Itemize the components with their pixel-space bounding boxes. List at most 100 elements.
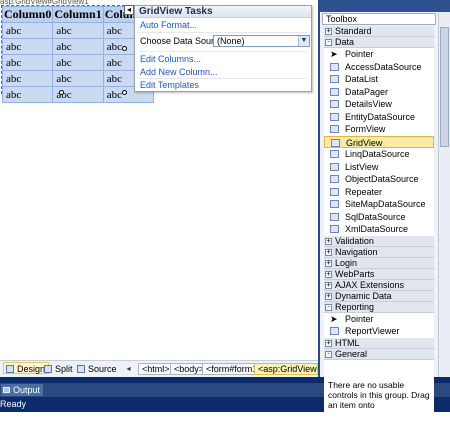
toolbox-item-detailsview[interactable]: DetailsView [324, 98, 434, 111]
chevron-left-icon[interactable]: ◂ [124, 364, 133, 374]
table-cell: abc [1, 38, 54, 55]
source-view-tab[interactable]: Source [75, 363, 120, 375]
toolbox-item-objectdatasource[interactable]: ObjectDataSource [324, 173, 434, 186]
gridview-icon [331, 138, 340, 147]
pointer-icon: ➤ [330, 49, 338, 59]
item-label: ListView [345, 161, 379, 172]
reportviewer-icon [330, 327, 339, 335]
toolbox-item-sqldatasource[interactable]: SqlDataSource [324, 210, 434, 223]
toolbox-item-datapager[interactable]: DataPager [324, 85, 434, 98]
expand-icon[interactable]: + [325, 292, 332, 300]
datasource-icon [330, 150, 339, 158]
data-source-select[interactable]: (None) ▼ [213, 35, 310, 47]
group-label: HTML [335, 337, 360, 348]
table-cell: abc [1, 22, 54, 39]
group-label: Standard [335, 26, 372, 36]
item-label: FormView [345, 124, 386, 134]
breadcrumb-gridview[interactable]: <asp:GridView#Gri [254, 363, 318, 375]
pointer-icon: ➤ [330, 313, 338, 324]
gridview-tasks-panel: GridView Tasks Auto Format... Choose Dat… [134, 5, 312, 92]
table-cell: abc [1, 54, 54, 71]
resize-handle-right[interactable] [122, 46, 127, 51]
group-label: Reporting [335, 301, 375, 312]
general-empty-message: There are no usable controls in this gro… [324, 359, 434, 430]
resize-handle-bottom-right[interactable] [122, 90, 127, 95]
divider [139, 32, 307, 33]
output-tab[interactable]: Output [1, 384, 43, 396]
toolbox-group-html[interactable]: + HTML [324, 337, 434, 349]
table-cell: abc [52, 54, 104, 71]
add-new-column-link[interactable]: Add New Column... [140, 67, 218, 77]
table-row: abc abc abc [1, 70, 155, 87]
item-label: SiteMapDataSource [345, 199, 426, 209]
expand-icon[interactable]: + [325, 281, 332, 289]
gridview-control[interactable]: Column0 Column1 Column2 abc abc abc abc … [1, 5, 155, 103]
toolbox-item-reporting-pointer[interactable]: ➤ Pointer [324, 312, 434, 325]
scrollbar-thumb[interactable] [440, 27, 449, 147]
expand-icon[interactable]: + [325, 248, 332, 256]
table-row: abc abc abc [1, 22, 155, 39]
datasource-icon [330, 212, 339, 221]
divider [139, 51, 307, 52]
expand-icon[interactable]: + [325, 339, 332, 347]
item-label: GridView [346, 137, 383, 148]
toolbox-group-data[interactable]: - Data [324, 37, 434, 48]
toolbox-group-standard[interactable]: + Standard [324, 26, 434, 37]
toolbox-group-webparts[interactable]: + WebParts [324, 268, 434, 280]
collapse-icon[interactable]: - [325, 303, 332, 311]
expand-icon[interactable]: + [325, 270, 332, 278]
table-cell: abc [52, 70, 104, 87]
item-label: AccessDataSource [345, 61, 422, 72]
toolbox-group-general[interactable]: - General [324, 348, 434, 360]
item-label: DataPager [345, 86, 389, 97]
toolbox-item-listview[interactable]: ListView [324, 160, 434, 173]
toolbox-group-ajax-extensions[interactable]: + AJAX Extensions [324, 279, 434, 291]
gridview-table[interactable]: Column0 Column1 Column2 abc abc abc abc … [1, 6, 155, 103]
group-label: Navigation [335, 246, 378, 257]
expand-icon[interactable]: + [325, 259, 332, 267]
toolbox-item-entitydatasource[interactable]: EntityDataSource [324, 110, 434, 123]
item-label: Pointer [345, 49, 374, 59]
toolbox-group-reporting[interactable]: - Reporting [324, 301, 434, 313]
toolbox-item-datalist[interactable]: DataList [324, 73, 434, 86]
collapse-icon[interactable]: - [325, 350, 332, 358]
collapse-icon[interactable]: - [325, 39, 332, 46]
expand-icon[interactable]: + [325, 237, 332, 245]
breadcrumb-html[interactable]: <html> [138, 363, 174, 375]
toolbox-item-repeater[interactable]: Repeater [324, 185, 434, 198]
toolbox-list: + Standard - Data ➤ Pointer AccessDataSo… [324, 26, 434, 430]
toolbox-title[interactable]: Toolbox [322, 13, 436, 25]
toolbox-item-gridview[interactable]: GridView [324, 135, 434, 148]
toolbox-item-linqdatasource[interactable]: LinqDataSource [324, 148, 434, 161]
split-view-tab[interactable]: Split [42, 363, 76, 375]
edit-columns-link[interactable]: Edit Columns... [140, 54, 201, 64]
design-view-icon [6, 365, 14, 373]
toolbox-group-validation[interactable]: + Validation [324, 235, 434, 247]
toolbox-group-navigation[interactable]: + Navigation [324, 246, 434, 258]
resize-handle-bottom[interactable] [59, 90, 64, 95]
toolbox-group-dynamic-data[interactable]: + Dynamic Data [324, 290, 434, 302]
table-row: abc abc abc [1, 54, 155, 71]
item-label: XmlDataSource [345, 224, 409, 234]
datasource-icon [330, 112, 339, 121]
toolbox-item-formview[interactable]: FormView [324, 123, 434, 136]
toolbox-scrollbar[interactable] [438, 13, 450, 377]
detailsview-icon [330, 100, 339, 108]
design-surface[interactable]: asp:GridView#GridView1 Column0 Column1 C… [0, 0, 318, 360]
toolbox-item-accessdatasource[interactable]: AccessDataSource [324, 60, 434, 73]
auto-format-link[interactable]: Auto Format... [140, 20, 197, 30]
smart-tag-arrow-icon[interactable]: ◂ [124, 5, 134, 15]
toolbox-item-reportviewer[interactable]: ReportViewer [324, 325, 434, 338]
tab-label: Split [55, 364, 73, 374]
toolbox-item-pointer[interactable]: ➤ Pointer [324, 48, 434, 61]
expand-icon[interactable]: + [325, 28, 332, 35]
chevron-down-icon[interactable]: ▼ [298, 36, 309, 46]
tab-label: Source [88, 364, 117, 374]
toolbox-item-xmldatasource[interactable]: XmlDataSource [324, 223, 434, 236]
output-icon [3, 387, 10, 393]
tasks-panel-title: GridView Tasks [135, 6, 311, 18]
edit-templates-link[interactable]: Edit Templates [140, 80, 199, 90]
toolbox-group-login[interactable]: + Login [324, 257, 434, 269]
datapager-icon [330, 87, 339, 96]
toolbox-item-sitemapdatasource[interactable]: SiteMapDataSource [324, 198, 434, 211]
